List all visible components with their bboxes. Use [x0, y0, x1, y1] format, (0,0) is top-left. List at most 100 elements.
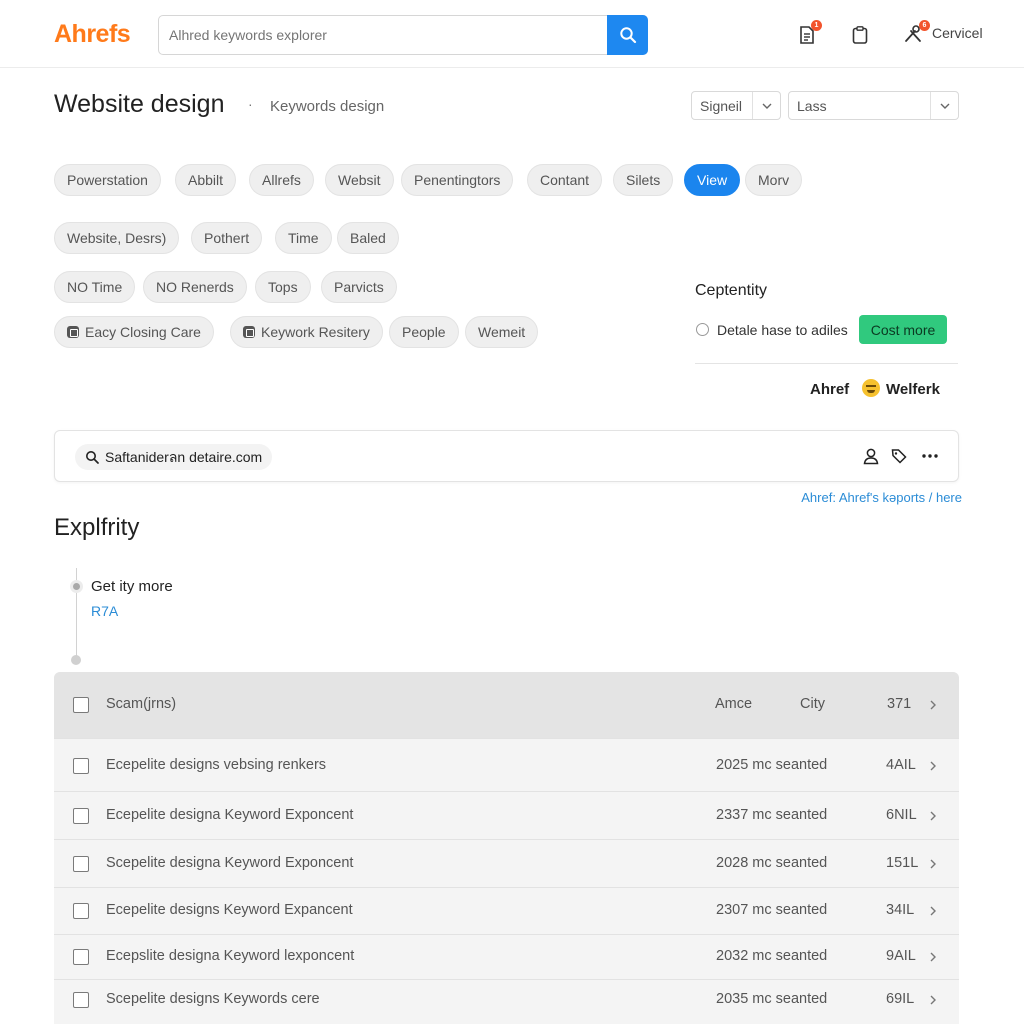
chevron-right-icon[interactable] — [928, 811, 938, 821]
filter-chip[interactable]: Penentingtors — [401, 164, 514, 196]
more-icon — [922, 454, 938, 458]
site-domain-pill[interactable]: Saftaniderลn detaire.com — [75, 444, 273, 470]
row-name: Scepelite designa Keyword Exponcent — [106, 855, 354, 871]
user-menu[interactable]: 6 Cervicel — [902, 20, 983, 44]
row-checkbox[interactable] — [73, 949, 89, 965]
ahrefs-logo[interactable]: Ahrefs — [54, 20, 131, 49]
filter-chip[interactable]: Time — [275, 222, 332, 254]
user-label: Cervicel — [932, 25, 983, 41]
row-checkbox[interactable] — [73, 758, 89, 774]
row-checkbox[interactable] — [73, 808, 89, 824]
top-header: Ahrefs 1 6 — [0, 0, 1024, 68]
chevron-right-icon[interactable] — [928, 761, 938, 771]
keywords-table: Scam(jrns) Amce City 371 Ecepelite desig… — [54, 672, 959, 1024]
filter-chip-closing-care[interactable]: Eacy Closing Care — [54, 316, 214, 348]
more-button[interactable] — [920, 446, 940, 466]
row-checkbox[interactable] — [73, 856, 89, 872]
search-button[interactable] — [607, 15, 648, 55]
filter-chip[interactable]: Silets — [613, 164, 674, 196]
lass-select[interactable]: Lass — [788, 91, 959, 120]
row-name: Ecepelite designa Keyword Exponcent — [106, 807, 354, 823]
option-radio[interactable] — [696, 323, 709, 336]
clipboard-button[interactable] — [849, 24, 871, 46]
table-row[interactable]: Scepelite designa Keyword Exponcent 2028… — [54, 839, 959, 887]
search-icon — [86, 451, 99, 464]
filter-chip[interactable]: NO Renerds — [143, 271, 247, 303]
page-subtitle: Keywords design — [270, 98, 385, 115]
tag-icon — [891, 449, 907, 464]
filter-chip[interactable]: Wemeit — [465, 316, 539, 348]
filter-chip[interactable]: Allrefs — [249, 164, 314, 196]
page-title: Website design — [54, 90, 225, 118]
timeline-text: Get ity more — [91, 578, 173, 595]
timeline-dot — [70, 580, 83, 593]
header-col1[interactable]: Amce — [715, 696, 752, 712]
header-name[interactable]: Scam(jrns) — [106, 696, 176, 712]
table-row[interactable]: Ecepelite designa Keyword Exponcent 2337… — [54, 791, 959, 839]
row-value: 6NIL — [886, 807, 917, 823]
panel-divider — [695, 363, 958, 364]
filter-chip[interactable]: Website, Desrs) — [54, 222, 180, 254]
filter-chip[interactable]: Websit — [325, 164, 394, 196]
filter-chip[interactable]: Tops — [255, 271, 311, 303]
table-row[interactable]: Ecepslite designa Keyword lexponcent 203… — [54, 934, 959, 979]
chevron-down-icon — [930, 92, 958, 119]
row-value: 34IL — [886, 902, 915, 918]
filter-chip[interactable]: Abbilt — [175, 164, 237, 196]
site-bar: Saftaniderลn detaire.com — [54, 430, 959, 482]
select-all-checkbox[interactable] — [73, 697, 89, 713]
section-title: Explfrity — [54, 514, 140, 541]
row-name: Ecepelite designs vebsing renkers — [106, 757, 327, 773]
row-stat: 2032 mc seanted — [716, 948, 828, 964]
filter-chip[interactable]: Parvicts — [321, 271, 397, 303]
filter-chip[interactable]: Contant — [527, 164, 603, 196]
timeline-link[interactable]: R7A — [91, 603, 118, 619]
chevron-right-icon[interactable] — [928, 859, 938, 869]
cost-more-button[interactable]: Cost more — [859, 315, 947, 344]
filter-chip-keywork[interactable]: Keywork Resitery — [230, 316, 383, 348]
chevron-right-icon[interactable] — [928, 952, 938, 962]
row-stat: 2337 mc seanted — [716, 807, 828, 823]
filter-chip-active[interactable]: View — [684, 164, 741, 196]
chevron-right-icon[interactable] — [928, 906, 938, 916]
filter-chip[interactable]: Morv — [745, 164, 803, 196]
tag-button[interactable] — [889, 446, 909, 466]
signal-select[interactable]: Signeil — [691, 91, 781, 120]
filter-chip[interactable]: People — [389, 316, 459, 348]
filter-chip[interactable]: Baled — [337, 222, 399, 254]
row-name: Ecepslite designa Keyword lexponcent — [106, 948, 355, 964]
row-value: 69IL — [886, 991, 915, 1007]
search-icon — [619, 27, 636, 44]
filter-chip[interactable]: Pothert — [191, 222, 263, 254]
clipboard-icon — [852, 26, 868, 44]
row-checkbox[interactable] — [73, 903, 89, 919]
header-col3[interactable]: 371 — [887, 696, 911, 712]
chevron-right-icon[interactable] — [928, 700, 938, 710]
chip-label: Eacy Closing Care — [85, 324, 201, 340]
table-row[interactable]: Ecepelite designs vebsing renkers 2025 m… — [54, 738, 959, 791]
smiley-icon — [862, 379, 880, 397]
chevron-down-icon — [752, 92, 780, 119]
chip-label: Keywork Resitery — [261, 324, 370, 340]
reports-link[interactable]: Ahref: Ahref's kəports / here — [801, 490, 962, 505]
filter-chip[interactable]: Powerstation — [54, 164, 161, 196]
user-button[interactable] — [861, 446, 881, 466]
table-row[interactable]: Ecepelite designs Keyword Expancent 2307… — [54, 887, 959, 934]
table-row[interactable]: Scepelite designs Keywords cere 2035 mc … — [54, 979, 959, 1024]
notification-badge: 1 — [811, 20, 822, 31]
timeline-end-dot — [71, 655, 81, 665]
search-input[interactable] — [169, 16, 599, 54]
signal-select-value: Signeil — [700, 98, 743, 114]
row-stat: 2028 mc seanted — [716, 855, 828, 871]
row-value: 4AIL — [886, 757, 916, 773]
notifications-button[interactable]: 1 — [796, 20, 822, 46]
chevron-right-icon[interactable] — [928, 995, 938, 1005]
row-value: 9AIL — [886, 948, 916, 964]
panel-user: Welferk — [886, 381, 940, 398]
row-checkbox[interactable] — [73, 992, 89, 1008]
tag-icon — [67, 326, 79, 338]
filter-chip[interactable]: NO Time — [54, 271, 136, 303]
header-col2[interactable]: City — [800, 696, 825, 712]
panel-title: Ceptentity — [695, 282, 768, 299]
row-stat: 2025 mc seanted — [716, 757, 828, 773]
